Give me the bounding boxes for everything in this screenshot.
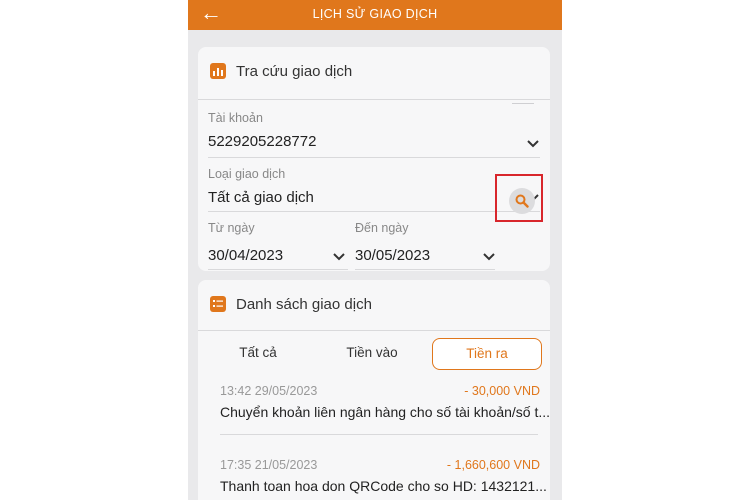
divider [208,157,540,158]
chevron-down-icon[interactable] [332,252,346,262]
tab-outgoing[interactable]: Tiền ra [432,338,542,370]
transaction-item[interactable]: 17:35 21/05/2023 - 1,660,600 VND Thanh t… [210,458,547,500]
account-select[interactable]: 5229205228772 [208,133,316,150]
transaction-description: Thanh toan hoa don QRCode cho so HD: 143… [220,478,547,494]
transaction-type-select[interactable]: Tất cả giao dịch [208,189,314,206]
transaction-time: 13:42 29/05/2023 [220,384,318,398]
divider [198,99,550,100]
divider [512,103,534,104]
transaction-item[interactable]: 13:42 29/05/2023 - 30,000 VND Chuyển kho… [210,384,550,428]
divider [355,269,495,270]
search-card-title: Tra cứu giao dịch [236,62,353,80]
search-card-header: Tra cứu giao dịch [210,61,352,81]
app-header: ← LỊCH SỬ GIAO DỊCH [188,0,562,30]
to-date-picker[interactable]: 30/05/2023 [355,247,430,264]
divider [220,434,538,435]
search-icon [515,194,529,208]
page-title: LỊCH SỬ GIAO DỊCH [312,7,438,21]
bar-chart-icon [210,63,226,79]
transaction-amount: - 30,000 VND [464,384,540,398]
list-card-title: Danh sách giao dịch [236,295,372,313]
chevron-down-icon[interactable] [526,139,540,149]
account-label: Tài khoản [208,111,263,125]
transaction-amount: - 1,660,600 VND [446,458,540,472]
phone-screen: ← LỊCH SỬ GIAO DỊCH Tra cứu giao dịch Tà… [188,0,562,500]
transaction-type-label: Loại giao dịch [208,167,286,181]
divider [208,211,540,212]
divider [208,269,348,270]
search-button[interactable] [509,188,535,214]
checklist-icon [210,296,226,312]
to-date-label: Đến ngày [355,221,409,235]
transaction-search-card: Tra cứu giao dịch Tài khoản 522920522877… [198,47,550,271]
transaction-description: Chuyển khoản liên ngân hàng cho số tài k… [220,404,550,420]
chevron-down-icon[interactable] [482,252,496,262]
transaction-filter-tabs: Tất cả Tiền vào Tiền ra [210,338,546,370]
transaction-time: 17:35 21/05/2023 [220,458,318,472]
tab-all[interactable]: Tất cả [210,338,306,368]
from-date-picker[interactable]: 30/04/2023 [208,247,283,264]
list-card-header: Danh sách giao dịch [210,294,372,314]
search-button-highlight [495,174,543,222]
tab-incoming[interactable]: Tiền vào [322,338,422,368]
divider [198,330,550,331]
transaction-list-card: Danh sách giao dịch Tất cả Tiền vào Tiền… [198,280,550,500]
from-date-label: Từ ngày [208,221,255,235]
